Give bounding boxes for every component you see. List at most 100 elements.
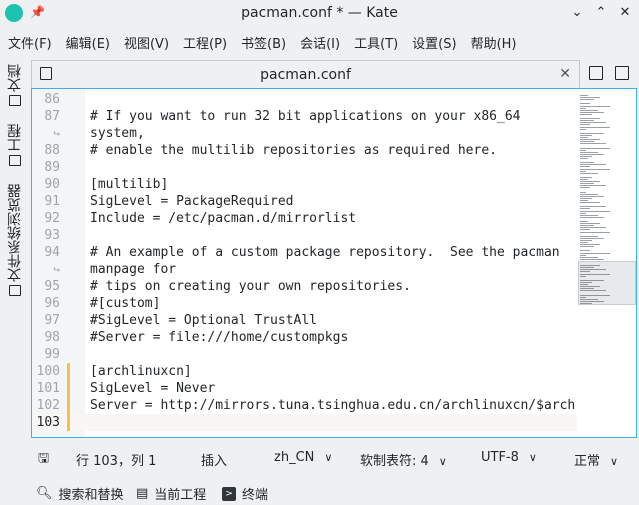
code-line[interactable]: 87 # If you want to run 32 bit applicatio…: [32, 108, 577, 125]
code-text: #SigLevel = Optional TrustAll: [90, 313, 317, 328]
minimap-line: [580, 113, 592, 115]
terminal-button[interactable]: > 终端: [222, 484, 268, 503]
highlight-mode-select[interactable]: 正常 ∨: [574, 450, 618, 469]
minimap-line: [580, 170, 586, 172]
left-sidebar: 文档 工程 文件系统浏览器: [0, 60, 30, 400]
code-text: Include = /etc/pacman.d/mirrorlist: [90, 211, 357, 226]
minimize-button[interactable]: ⌄: [568, 4, 586, 22]
code-editor[interactable]: 86 87 # If you want to run 32 bit applicat…: [31, 88, 637, 438]
dictionary-value: zh_CN: [274, 450, 315, 465]
input-mode[interactable]: 插入: [201, 450, 227, 469]
line-number: 93: [44, 228, 60, 243]
code-line[interactable]: 102 Server = http://mirrors.tuna.tsinghua…: [32, 397, 577, 414]
minimap-line: [580, 181, 600, 183]
split-view-icon[interactable]: [615, 66, 629, 80]
document-tab[interactable]: pacman.conf ✕: [31, 60, 580, 88]
minimap-line: [580, 120, 594, 122]
menu-settings[interactable]: 设置(S): [405, 33, 463, 57]
search-replace-button[interactable]: 🔍︎ 搜索和替换: [36, 484, 124, 503]
code-line[interactable]: 94 # An example of a custom package repos…: [32, 244, 577, 261]
minimap-line: [580, 185, 606, 187]
code-line[interactable]: 97 #SigLevel = Optional TrustAll: [32, 312, 577, 329]
minimap-line: [580, 231, 610, 233]
new-tab-icon[interactable]: [589, 66, 603, 80]
minimap-scrollbar[interactable]: [578, 89, 636, 437]
code-text: # enable the multilib repositories as re…: [90, 143, 497, 158]
minimap-line: [580, 143, 606, 145]
minimap-line: [580, 246, 594, 248]
menu-tools[interactable]: 工具(T): [347, 33, 405, 57]
menu-file[interactable]: 文件(F): [0, 33, 59, 57]
minimap-line: [580, 256, 598, 258]
code-line[interactable]: 92 Include = /etc/pacman.d/mirrorlist: [32, 210, 577, 227]
code-text: Server = http://mirrors.tuna.tsinghua.ed…: [90, 398, 576, 413]
menu-view[interactable]: 视图(V): [117, 33, 176, 57]
code-text: # tips on creating your own repositories…: [90, 279, 411, 294]
code-line[interactable]: 101 SigLevel = Never: [32, 380, 577, 397]
line-number: 101: [36, 381, 60, 396]
code-text: system,: [90, 126, 145, 141]
code-line[interactable]: 99: [32, 346, 577, 363]
line-number: 91: [44, 194, 60, 209]
chevron-down-icon: ∨: [610, 455, 619, 468]
sidebar-item-documents[interactable]: 文档: [3, 64, 27, 109]
encoding-select[interactable]: UTF-8 ∨: [481, 450, 537, 465]
minimap-line: [580, 128, 586, 130]
minimap-line: [580, 202, 600, 204]
menu-sessions[interactable]: 会话(I): [293, 33, 347, 57]
code-line[interactable]: 96 #[custom]: [32, 295, 577, 312]
code-line[interactable]: 89: [32, 159, 577, 176]
minimap-line: [580, 126, 610, 128]
line-number: 97: [44, 313, 60, 328]
minimap-line: [580, 237, 604, 239]
code-text: # An example of a custom package reposit…: [90, 245, 560, 260]
menu-edit[interactable]: 编辑(E): [59, 33, 117, 57]
line-number: 87: [44, 109, 60, 124]
minimap-line: [580, 216, 604, 218]
sidebar-item-filesystem-browser[interactable]: 文件系统浏览器: [3, 184, 27, 299]
close-button[interactable]: ✕: [616, 4, 634, 22]
code-line[interactable]: 90 [multilib]: [32, 176, 577, 193]
minimap-line: [580, 214, 598, 216]
minimap-line: [580, 176, 592, 178]
current-project-button[interactable]: ▤ 当前工程: [136, 484, 206, 503]
minimap-line: [580, 227, 606, 229]
code-line[interactable]: 95 # tips on creating your own repositori…: [32, 278, 577, 295]
code-text: SigLevel = Never: [90, 381, 216, 396]
minimap-line: [580, 134, 592, 136]
cursor-position[interactable]: 行 103，列 1: [76, 450, 156, 469]
line-number: 103: [36, 415, 60, 430]
chevron-down-icon: ∨: [528, 451, 537, 464]
code-line[interactable]: ↪ manpage for: [32, 261, 577, 278]
line-number: 86: [44, 92, 60, 107]
encoding-value: UTF-8: [481, 450, 519, 465]
tab-close-icon[interactable]: ✕: [559, 66, 571, 82]
save-icon[interactable]: 🖫: [38, 449, 49, 471]
code-line[interactable]: 88 # enable the multilib repositories as …: [32, 142, 577, 159]
line-number: 90: [44, 177, 60, 192]
code-line[interactable]: 100 [archlinuxcn]: [32, 363, 577, 380]
maximize-button[interactable]: ⌃: [592, 4, 610, 22]
indent-select[interactable]: 软制表符: 4 ∨: [360, 450, 447, 469]
code-line[interactable]: 86: [32, 91, 577, 108]
minimap-line: [580, 212, 586, 214]
minimap-line: [580, 149, 586, 151]
menu-help[interactable]: 帮助(H): [464, 33, 524, 57]
dictionary-select[interactable]: zh_CN ∨: [274, 450, 332, 465]
menu-bookmarks[interactable]: 书签(B): [234, 33, 293, 57]
minimap-viewport[interactable]: [578, 261, 636, 305]
code-line[interactable]: 93: [32, 227, 577, 244]
code-line[interactable]: 98 #Server = file:///home/custompkgs: [32, 329, 577, 346]
code-line[interactable]: 103: [32, 414, 577, 431]
code-text: [archlinuxcn]: [90, 364, 192, 379]
minimap-line: [580, 132, 604, 134]
minimap-line: [580, 191, 586, 193]
code-line[interactable]: ↪ system,: [32, 125, 577, 142]
minimap-line: [580, 179, 588, 180]
sidebar-item-projects[interactable]: 工程: [3, 124, 27, 169]
code-line[interactable]: 91 SigLevel = PackageRequired: [32, 193, 577, 210]
menu-project[interactable]: 工程(P): [176, 33, 234, 57]
project-icon: [9, 155, 21, 166]
sidebar-item-label: 文件系统浏览器: [7, 184, 23, 282]
code-text: #Server = file:///home/custompkgs: [90, 330, 349, 345]
